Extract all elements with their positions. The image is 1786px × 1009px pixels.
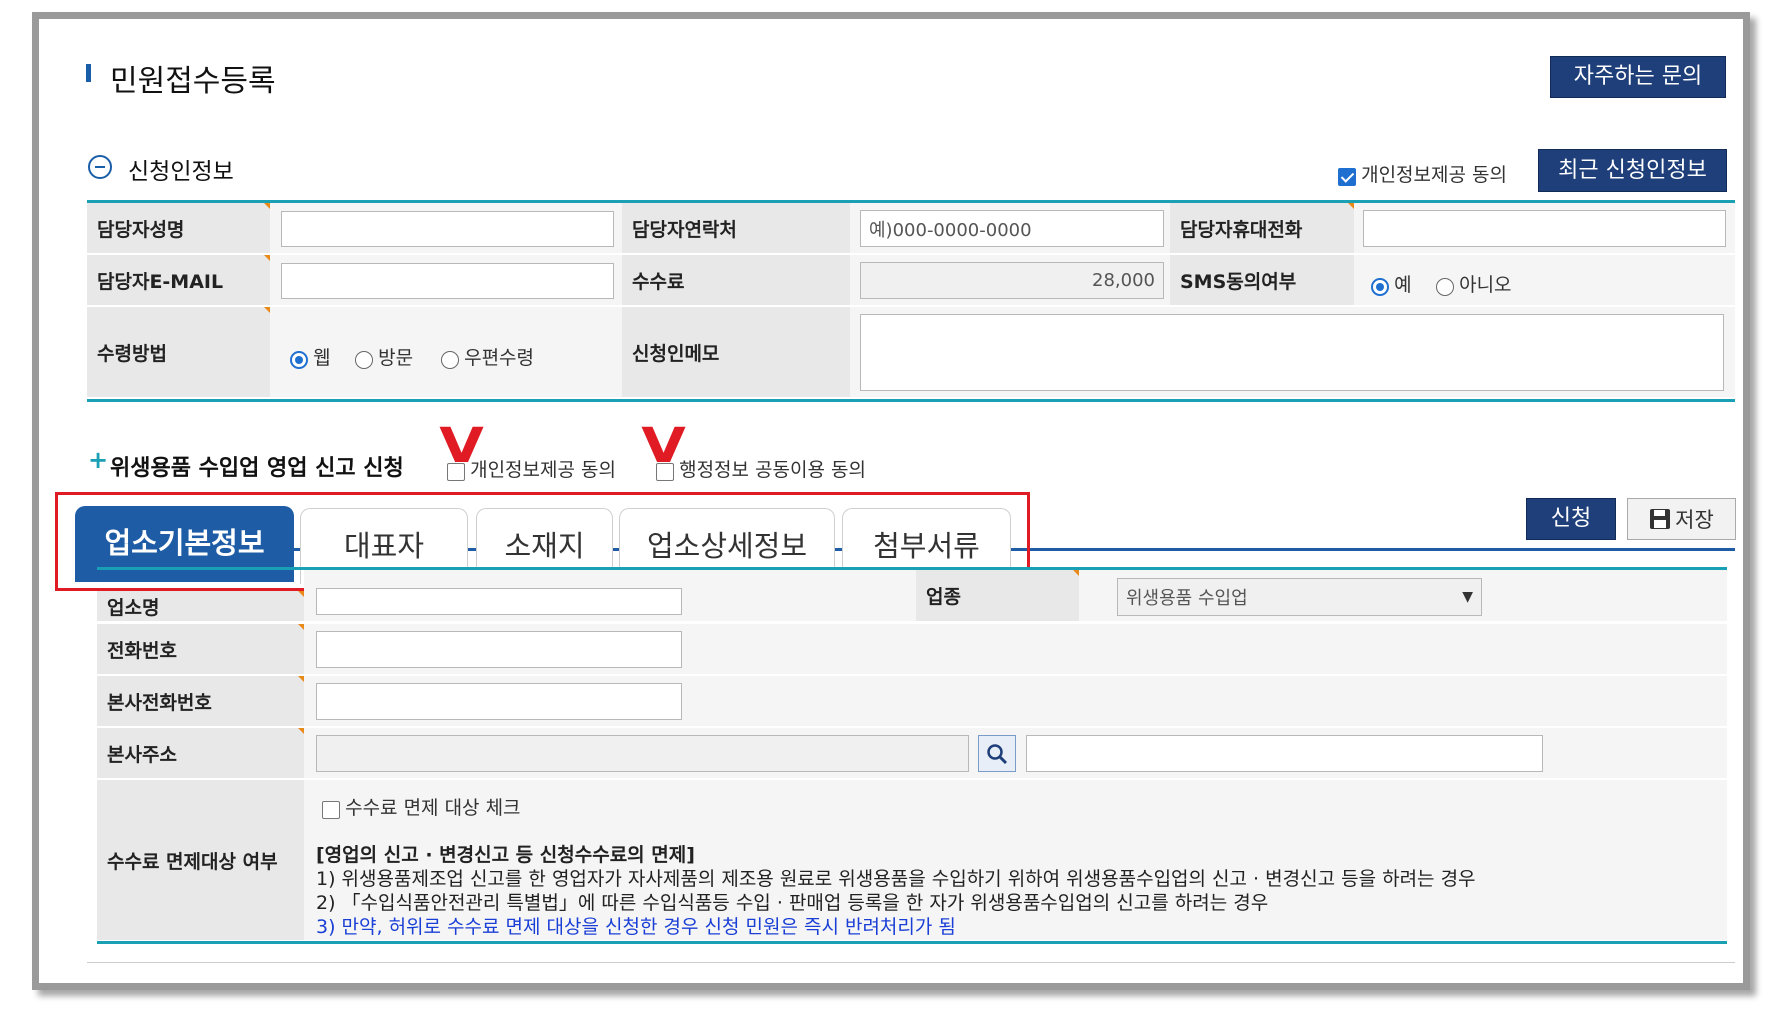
- manager-email-input[interactable]: [281, 263, 614, 299]
- receive-mail-radio[interactable]: [441, 350, 459, 369]
- page-title: 민원접수등록: [110, 64, 276, 99]
- manager-contact-label: 담당자연락처: [622, 203, 850, 253]
- sms-option-no[interactable]: 아니오: [1436, 270, 1512, 297]
- receive-web-radio[interactable]: [290, 350, 308, 369]
- fee-value: 28,000: [860, 262, 1164, 299]
- receive-web-label: 웹: [313, 347, 331, 369]
- faq-button[interactable]: 자주하는 문의: [1550, 56, 1726, 98]
- receive-visit-label: 방문: [378, 347, 414, 369]
- hq-address-input[interactable]: [316, 735, 969, 772]
- receive-option-web[interactable]: 웹: [290, 343, 331, 370]
- receive-option-mail[interactable]: 우편수령: [441, 343, 534, 370]
- application-privacy-label: 개인정보제공 동의: [470, 459, 616, 481]
- admin-info-consent[interactable]: 행정정보 공동이용 동의: [656, 455, 866, 482]
- fee-exempt-notes-heading: [영업의 신고 · 변경신고 등 신청수수료의 면제]: [316, 844, 695, 866]
- recent-applicant-button[interactable]: 최근 신청인정보: [1538, 149, 1727, 192]
- receive-method-label: 수령방법: [87, 307, 270, 397]
- fee-exempt-check-label: 수수료 면제 대상 체크: [345, 797, 521, 819]
- submit-button[interactable]: 신청: [1526, 498, 1616, 540]
- search-icon: [987, 743, 1008, 764]
- receive-visit-radio[interactable]: [355, 350, 373, 369]
- address-search-button[interactable]: [978, 735, 1016, 772]
- manager-mobile-label: 담당자휴대전화: [1170, 203, 1354, 253]
- table-bottom-border: [87, 399, 1735, 402]
- hq-phone-input[interactable]: [316, 683, 682, 720]
- collapse-minus-icon[interactable]: [88, 155, 112, 179]
- save-button[interactable]: 저장: [1627, 498, 1736, 540]
- business-name-label: 업소명: [97, 591, 304, 621]
- applicant-memo-label: 신청인메모: [622, 307, 850, 397]
- save-label: 저장: [1675, 508, 1714, 532]
- receive-option-visit[interactable]: 방문: [355, 343, 413, 370]
- hq-phone-label: 본사전화번호: [97, 676, 304, 726]
- fee-exempt-checkbox[interactable]: [322, 800, 340, 819]
- privacy-consent-label: 개인정보제공 동의: [1361, 164, 1507, 186]
- sms-option-yes[interactable]: 예: [1371, 270, 1412, 297]
- industry-value: 위생용품 수입업: [1126, 588, 1248, 609]
- privacy-consent-checkbox[interactable]: [1338, 167, 1356, 186]
- sms-yes-radio[interactable]: [1371, 277, 1389, 296]
- sms-no-radio[interactable]: [1436, 277, 1454, 296]
- industry-label: 업종: [916, 570, 1079, 621]
- manager-email-label: 담당자E-MAIL: [87, 255, 270, 305]
- admin-info-label: 행정정보 공동이용 동의: [679, 459, 866, 481]
- business-table-bottom-border: [97, 941, 1727, 944]
- plus-icon: +: [88, 446, 109, 474]
- fee-exempt-label: 수수료 면제대상 여부: [97, 780, 304, 940]
- sms-no-label: 아니오: [1459, 274, 1512, 296]
- manager-name-input[interactable]: [281, 211, 614, 247]
- manager-mobile-input[interactable]: [1363, 210, 1726, 247]
- applicant-section-title: 신청인정보: [128, 159, 234, 185]
- receive-mail-label: 우편수령: [464, 347, 535, 369]
- fee-exempt-note-1: 1) 위생용품제조업 신고를 한 영업자가 자사제품의 제조용 원료로 위생용품…: [316, 868, 1476, 890]
- sms-yes-label: 예: [1394, 274, 1412, 296]
- content-bottom-line: [87, 962, 1735, 963]
- business-name-input[interactable]: [316, 588, 682, 615]
- applicant-memo-textarea[interactable]: [860, 314, 1724, 391]
- hq-address-label: 본사주소: [97, 728, 304, 778]
- sms-consent-label: SMS동의여부: [1170, 255, 1354, 305]
- phone-input[interactable]: [316, 631, 682, 668]
- hq-address-detail-input[interactable]: [1026, 735, 1543, 772]
- title-accent-bar: [86, 64, 91, 82]
- fee-exempt-check[interactable]: 수수료 면제 대상 체크: [322, 793, 521, 820]
- applicant-privacy-consent[interactable]: 개인정보제공 동의: [1338, 160, 1507, 187]
- fee-exempt-note-3: 3) 만약, 허위로 수수료 면제 대상을 신청한 경우 신청 민원은 즉시 반…: [316, 916, 956, 938]
- annotation-v-mark-1: V: [439, 418, 484, 474]
- fee-exempt-note-2: 2) 「수입식품안전관리 특별법」에 따른 수입식품등 수입 · 판매업 등록을…: [316, 892, 1269, 914]
- industry-select[interactable]: 위생용품 수입업 ▼: [1117, 578, 1482, 616]
- application-section-title: 위생용품 수입업 영업 신고 신청: [110, 456, 404, 481]
- annotation-v-mark-2: V: [641, 418, 686, 474]
- fee-label: 수수료: [622, 255, 850, 305]
- manager-name-label: 담당자성명: [87, 203, 270, 253]
- floppy-disk-icon: [1650, 509, 1671, 529]
- chevron-down-icon: ▼: [1462, 589, 1473, 605]
- manager-contact-input[interactable]: 예)000-0000-0000: [860, 210, 1164, 247]
- phone-label: 전화번호: [97, 624, 304, 674]
